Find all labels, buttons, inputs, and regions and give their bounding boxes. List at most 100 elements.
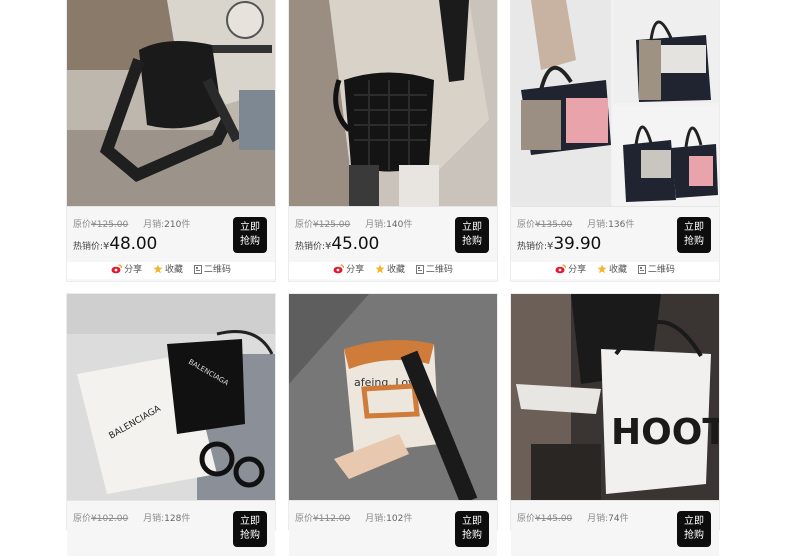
product-grid: 原价¥125.00 月销:210件 热销价:¥48.00 立即 抢购 分享 收藏…: [0, 0, 800, 556]
qrcode-icon: [415, 265, 424, 274]
sales-unit: 件: [625, 220, 635, 230]
buy-now-label-1: 立即: [240, 516, 260, 527]
buy-now-button[interactable]: 立即 抢购: [677, 511, 711, 547]
buy-now-button[interactable]: 立即 抢购: [233, 511, 267, 547]
original-price-row: 原价¥135.00 月销:136件: [517, 217, 634, 230]
buy-now-label-1: 立即: [240, 222, 260, 233]
share-label: 分享: [124, 265, 143, 275]
buy-now-button[interactable]: 立即 抢购: [677, 217, 711, 253]
buy-now-label-1: 立即: [684, 222, 704, 233]
share-label: 分享: [568, 265, 587, 275]
product-card[interactable]: BALENCIAGA BALENCIAGA 原价¥102.00 月销:128件 …: [67, 294, 275, 556]
sale-price-label: 热销价:: [295, 242, 326, 252]
buy-now-label-2: 抢购: [462, 236, 482, 247]
price-info: 原价¥135.00 月销:136件 热销价:¥39.90 立即 抢购: [511, 207, 719, 262]
product-image[interactable]: [289, 0, 497, 207]
original-price-row: 原价¥145.00 月销:74件: [517, 511, 629, 524]
share-button[interactable]: 分享: [111, 262, 142, 279]
weibo-icon: [333, 264, 345, 274]
original-price: ¥102.00: [91, 514, 129, 524]
favorite-button[interactable]: 收藏: [153, 262, 183, 279]
star-icon: [375, 264, 385, 274]
star-icon: [597, 264, 607, 274]
buy-now-label-2: 抢购: [462, 530, 482, 541]
sale-price-row: 热销价:¥48.00: [73, 234, 157, 254]
qrcode-label: 二维码: [425, 265, 453, 275]
svg-text:HOOT: HOOT: [611, 412, 719, 453]
qrcode-button[interactable]: 二维码: [637, 262, 675, 279]
action-bar: 分享 收藏 二维码: [511, 262, 719, 279]
product-card[interactable]: 原价¥125.00 月销:140件 热销价:¥45.00 立即 抢购 分享 收藏…: [289, 0, 497, 281]
sale-price-label: 热销价:: [517, 242, 548, 252]
weibo-icon: [111, 264, 123, 274]
monthly-sales: 102: [386, 514, 404, 524]
star-icon: [153, 264, 163, 274]
favorite-button[interactable]: 收藏: [597, 262, 627, 279]
action-bar: 分享 收藏 二维码: [67, 262, 275, 279]
monthly-sales-label: 月销:: [587, 220, 609, 230]
qrcode-label: 二维码: [647, 265, 675, 275]
product-image[interactable]: HOOT: [511, 294, 719, 501]
monthly-sales: 128: [164, 514, 182, 524]
product-image[interactable]: [511, 0, 719, 207]
qrcode-icon: [637, 265, 646, 274]
monthly-sales-label: 月销:: [365, 514, 387, 524]
favorite-label: 收藏: [164, 265, 183, 275]
share-button[interactable]: 分享: [333, 262, 364, 279]
monthly-sales-label: 月销:: [143, 514, 165, 524]
monthly-sales-label: 月销:: [587, 514, 609, 524]
monthly-sales: 136: [608, 220, 626, 230]
qrcode-button[interactable]: 二维码: [415, 262, 453, 279]
original-price: ¥125.00: [313, 220, 351, 230]
product-image[interactable]: afeing. Lov: [289, 294, 497, 501]
price-info: 原价¥125.00 月销:140件 热销价:¥45.00 立即 抢购: [289, 207, 497, 262]
buy-now-label-1: 立即: [684, 516, 704, 527]
price-info: 原价¥125.00 月销:210件 热销价:¥48.00 立即 抢购: [67, 207, 275, 262]
buy-now-label-2: 抢购: [240, 530, 260, 541]
monthly-sales: 74: [608, 514, 620, 524]
buy-now-label-2: 抢购: [240, 236, 260, 247]
buy-now-label-2: 抢购: [684, 530, 704, 541]
original-price-label: 原价: [295, 220, 314, 230]
original-price-label: 原价: [517, 220, 536, 230]
original-price-label: 原价: [73, 220, 92, 230]
sale-price-label: 热销价:: [73, 242, 104, 252]
sales-unit: 件: [181, 220, 191, 230]
product-card[interactable]: 原价¥125.00 月销:210件 热销价:¥48.00 立即 抢购 分享 收藏…: [67, 0, 275, 281]
qrcode-button[interactable]: 二维码: [193, 262, 231, 279]
share-label: 分享: [346, 265, 365, 275]
sale-price: 39.90: [553, 234, 602, 254]
original-price-label: 原价: [73, 514, 92, 524]
favorite-label: 收藏: [608, 265, 627, 275]
sales-unit: 件: [403, 220, 413, 230]
original-price: ¥112.00: [313, 514, 351, 524]
weibo-icon: [555, 264, 567, 274]
product-image[interactable]: [67, 0, 275, 207]
sale-price-row: 热销价:¥45.00: [295, 234, 379, 254]
buy-now-button[interactable]: 立即 抢购: [455, 217, 489, 253]
original-price-row: 原价¥102.00 月销:128件: [73, 511, 190, 524]
monthly-sales: 210: [164, 220, 182, 230]
sale-price: 48.00: [109, 234, 158, 254]
action-bar: 分享 收藏 二维码: [289, 262, 497, 279]
original-price-row: 原价¥125.00 月销:210件: [73, 217, 190, 230]
original-price: ¥125.00: [91, 220, 129, 230]
original-price-label: 原价: [517, 514, 536, 524]
original-price-row: 原价¥112.00 月销:102件: [295, 511, 412, 524]
product-image[interactable]: BALENCIAGA BALENCIAGA: [67, 294, 275, 501]
buy-now-label-1: 立即: [462, 516, 482, 527]
buy-now-button[interactable]: 立即 抢购: [455, 511, 489, 547]
sales-unit: 件: [181, 514, 191, 524]
product-card[interactable]: HOOT 原价¥145.00 月销:74件 立即 抢购: [511, 294, 719, 556]
monthly-sales-label: 月销:: [365, 220, 387, 230]
product-card[interactable]: afeing. Lov 原价¥112.00 月销:102件 立即 抢购: [289, 294, 497, 556]
buy-now-button[interactable]: 立即 抢购: [233, 217, 267, 253]
monthly-sales-label: 月销:: [143, 220, 165, 230]
original-price-row: 原价¥125.00 月销:140件: [295, 217, 412, 230]
favorite-button[interactable]: 收藏: [375, 262, 405, 279]
qrcode-label: 二维码: [203, 265, 231, 275]
qrcode-icon: [193, 265, 202, 274]
original-price: ¥145.00: [535, 514, 573, 524]
share-button[interactable]: 分享: [555, 262, 586, 279]
product-card[interactable]: 原价¥135.00 月销:136件 热销价:¥39.90 立即 抢购 分享 收藏…: [511, 0, 719, 281]
